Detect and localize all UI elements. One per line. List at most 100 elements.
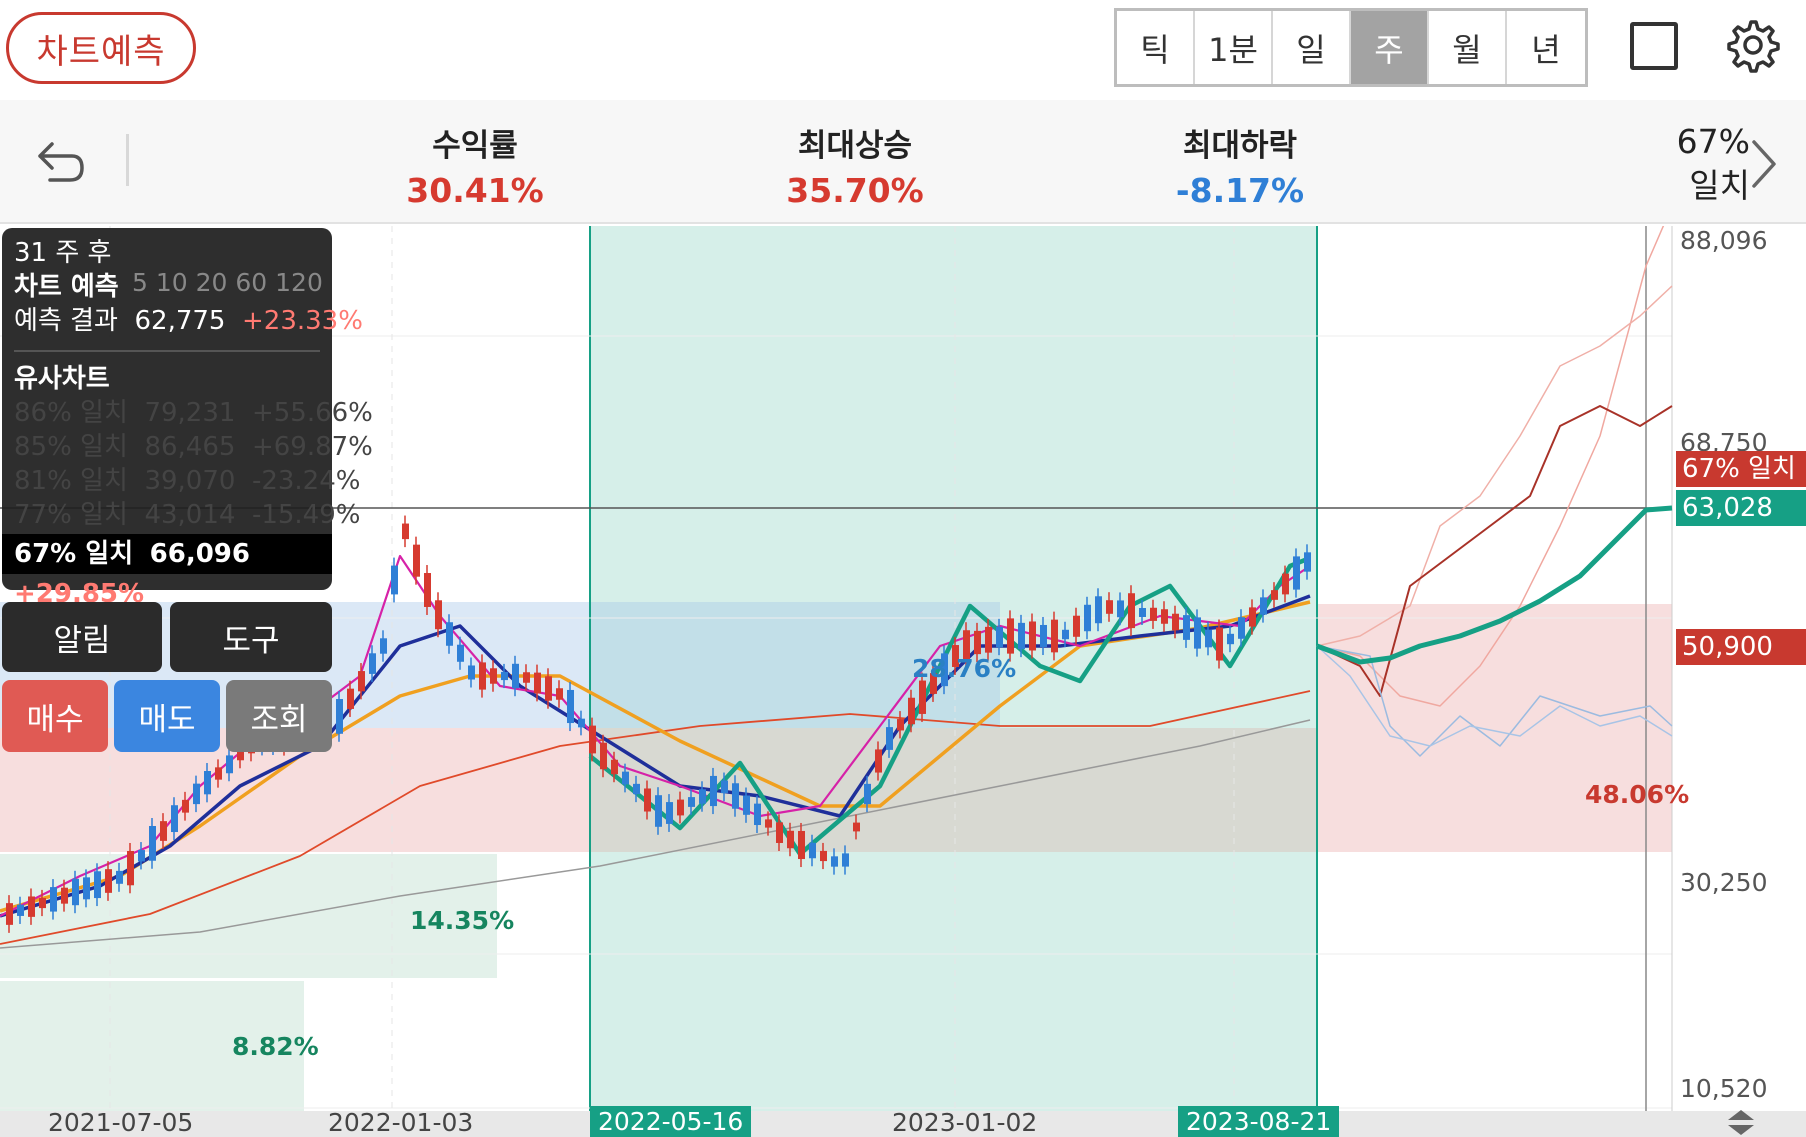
similar-change: -15.49% xyxy=(251,500,361,530)
candle xyxy=(336,699,343,734)
candle xyxy=(1271,590,1278,600)
candle xyxy=(1161,609,1168,624)
candle xyxy=(1095,596,1102,624)
price-axis-label: 10,520 xyxy=(1680,1074,1768,1103)
similar-match: 86% 일치 xyxy=(14,398,128,428)
period-month[interactable]: 월 xyxy=(1429,11,1507,84)
candle xyxy=(1029,621,1036,651)
candle xyxy=(138,850,145,862)
similar-match: 85% 일치 xyxy=(14,432,128,462)
candle xyxy=(556,688,563,700)
candle xyxy=(798,830,805,860)
candle xyxy=(94,871,101,899)
similar-item[interactable]: 86% 일치 79,231 +55.66% xyxy=(14,396,373,430)
candle xyxy=(886,727,893,750)
candle xyxy=(1282,573,1289,595)
similar-price: 86,465 xyxy=(144,432,236,462)
sell-button[interactable]: 매도 xyxy=(114,680,220,752)
selected-match: 67% 일치 xyxy=(14,539,134,569)
similar-change: +69.87% xyxy=(251,432,373,462)
alarm-button[interactable]: 알림 xyxy=(2,602,162,672)
candle xyxy=(50,887,57,912)
buy-button[interactable]: 매수 xyxy=(2,680,108,752)
candle xyxy=(633,783,640,795)
match-indicator[interactable]: 67% 일치 xyxy=(1620,120,1750,208)
candle xyxy=(1183,615,1190,640)
candle xyxy=(1238,617,1245,639)
candle xyxy=(985,626,992,653)
period-1min[interactable]: 1분 xyxy=(1195,11,1273,84)
candle xyxy=(688,797,695,807)
candle xyxy=(831,856,838,867)
period-tick[interactable]: 틱 xyxy=(1117,11,1195,84)
stat-max-up: 최대상승 35.70% xyxy=(775,120,935,210)
selected-similar-item[interactable]: 67% 일치 66,096 +29.85% xyxy=(2,534,332,609)
period-week[interactable]: 주 xyxy=(1351,11,1429,84)
view-button[interactable]: 조회 xyxy=(226,680,332,752)
gear-icon[interactable] xyxy=(1722,16,1780,74)
undo-icon[interactable] xyxy=(30,132,90,192)
candle xyxy=(974,630,981,655)
similar-match: 81% 일치 xyxy=(14,466,128,496)
candle xyxy=(1084,604,1091,632)
stat-max-down: 최대하락 -8.17% xyxy=(1160,120,1320,210)
candle xyxy=(490,668,497,684)
candle xyxy=(523,672,530,683)
period-day[interactable]: 일 xyxy=(1273,11,1351,84)
date-label: 2022-01-03 xyxy=(328,1108,474,1137)
candle xyxy=(721,780,728,794)
max-up-label: 최대상승 xyxy=(797,128,913,164)
date-highlight-start: 2022-05-16 xyxy=(590,1106,752,1137)
chart-predict-button[interactable]: 차트예측 xyxy=(6,12,196,84)
result-price: 62,775 xyxy=(134,306,226,336)
fullscreen-square-icon[interactable] xyxy=(1630,22,1678,70)
candle xyxy=(512,663,519,689)
candle xyxy=(369,653,376,674)
max-up-value: 35.70% xyxy=(786,171,924,210)
period-year[interactable]: 년 xyxy=(1507,11,1585,84)
candle xyxy=(1260,597,1267,615)
candle xyxy=(1128,593,1135,629)
candle xyxy=(160,821,167,841)
divider xyxy=(126,134,129,186)
candle xyxy=(457,644,464,662)
selected-price: 66,096 xyxy=(149,539,250,569)
annotation-pct: 28.76% xyxy=(912,654,1017,683)
candle xyxy=(380,638,387,654)
candle xyxy=(776,822,783,843)
match-price-label: 67% 일치 xyxy=(1676,451,1806,487)
similar-item[interactable]: 77% 일치 43,014 -15.49% xyxy=(14,498,360,532)
similar-item[interactable]: 85% 일치 86,465 +69.87% xyxy=(14,430,373,464)
candle xyxy=(501,671,508,681)
annotation-pct: 14.35% xyxy=(410,906,515,935)
candle xyxy=(875,749,882,773)
candle xyxy=(534,672,541,694)
candle xyxy=(820,850,827,862)
candle xyxy=(72,878,79,906)
candle xyxy=(853,822,860,832)
chevron-right-icon[interactable] xyxy=(1746,136,1782,192)
return-label: 수익률 xyxy=(432,128,518,164)
candle xyxy=(347,688,354,709)
result-change: +23.33% xyxy=(242,306,363,336)
candle xyxy=(149,825,156,861)
similar-item[interactable]: 81% 일치 39,070 -23.24% xyxy=(14,464,360,498)
current-price-label: 63,028 xyxy=(1676,490,1806,526)
candle xyxy=(1205,629,1212,648)
candle xyxy=(842,853,849,867)
candle xyxy=(1073,615,1080,637)
tools-button[interactable]: 도구 xyxy=(170,602,332,672)
candle xyxy=(743,795,750,815)
candle xyxy=(809,842,816,859)
candle xyxy=(468,665,475,680)
candle xyxy=(1051,619,1058,653)
candle xyxy=(6,903,13,925)
candle xyxy=(864,783,871,805)
candle xyxy=(1007,618,1014,654)
candle xyxy=(600,742,607,770)
candle xyxy=(446,622,453,646)
candle xyxy=(655,795,662,827)
updown-icon[interactable] xyxy=(1724,1108,1758,1137)
candle xyxy=(919,680,926,714)
date-label: 2023-01-02 xyxy=(892,1108,1038,1137)
